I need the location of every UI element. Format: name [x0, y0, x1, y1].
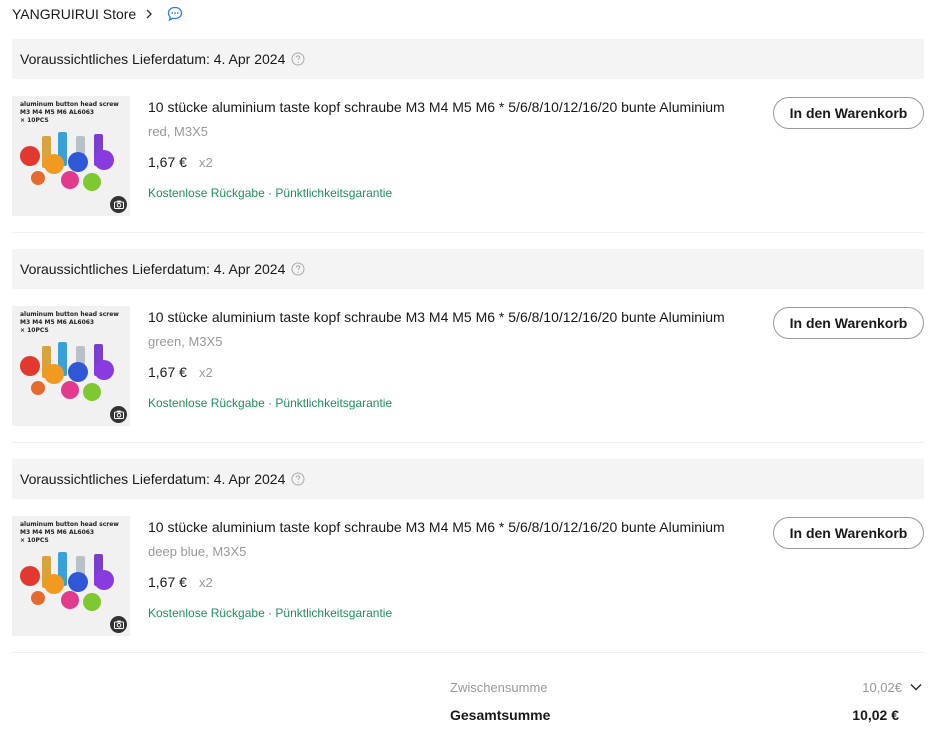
add-to-cart-button[interactable]: In den Warenkorb — [773, 97, 924, 129]
product-quantity: x2 — [198, 365, 213, 380]
guarantee-text: Kostenlose Rückgabe · Pünktlichkeitsgara… — [148, 606, 393, 620]
question-circle-icon[interactable] — [291, 52, 305, 66]
delivery-group: Voraussichtliches Lieferdatum: 4. Apr 20… — [12, 249, 924, 443]
delivery-group: Voraussichtliches Lieferdatum: 4. Apr 20… — [12, 459, 924, 653]
delivery-header: Voraussichtliches Lieferdatum: 4. Apr 20… — [12, 249, 924, 289]
subtotal-value-wrap[interactable]: 10,02€ — [862, 679, 924, 695]
order-summary: Zwischensumme 10,02€ Gesamtsumme 10,02 € — [450, 677, 924, 725]
delivery-header: Voraussichtliches Lieferdatum: 4. Apr 20… — [12, 39, 924, 79]
store-name[interactable]: YANGRUIRUI Store — [12, 6, 136, 22]
product-thumbnail[interactable]: aluminum button head screw M3 M4 M5 M6 A… — [12, 516, 130, 636]
product-title[interactable]: 10 stücke aluminium taste kopf schraube … — [148, 519, 748, 535]
total-row: Gesamtsumme 10,02 € — [450, 705, 924, 725]
product-variant: red, M3X5 — [148, 124, 208, 139]
price-row: 1,67 € x2 — [148, 574, 213, 590]
product-title[interactable]: 10 stücke aluminium taste kopf schraube … — [148, 99, 748, 115]
thumbnail-caption: aluminum button head screw M3 M4 M5 M6 A… — [20, 101, 119, 124]
chevron-right-icon[interactable] — [142, 7, 156, 21]
screws-illustration — [20, 552, 114, 611]
subtotal-label: Zwischensumme — [450, 679, 548, 695]
question-circle-icon[interactable] — [291, 472, 305, 486]
chevron-down-icon[interactable] — [908, 679, 924, 695]
product-title[interactable]: 10 stücke aluminium taste kopf schraube … — [148, 309, 748, 325]
product-quantity: x2 — [198, 575, 213, 590]
delivery-date: Voraussichtliches Lieferdatum: 4. Apr 20… — [20, 261, 286, 277]
delivery-date: Voraussichtliches Lieferdatum: 4. Apr 20… — [20, 51, 286, 67]
product-price: 1,67 € — [148, 574, 187, 590]
total-label: Gesamtsumme — [450, 707, 551, 723]
cart-item: aluminum button head screw M3 M4 M5 M6 A… — [12, 499, 924, 653]
price-row: 1,67 € x2 — [148, 154, 213, 170]
thumbnail-caption: aluminum button head screw M3 M4 M5 M6 A… — [20, 311, 119, 334]
add-to-cart-button[interactable]: In den Warenkorb — [773, 307, 924, 339]
guarantee-text: Kostenlose Rückgabe · Pünktlichkeitsgara… — [148, 186, 393, 200]
camera-icon[interactable] — [110, 616, 127, 633]
price-row: 1,67 € x2 — [148, 364, 213, 380]
subtotal-value: 10,02€ — [862, 679, 902, 695]
chat-bubble-icon[interactable] — [166, 5, 184, 23]
add-to-cart-button[interactable]: In den Warenkorb — [773, 517, 924, 549]
question-circle-icon[interactable] — [291, 262, 305, 276]
product-price: 1,67 € — [148, 154, 187, 170]
product-price: 1,67 € — [148, 364, 187, 380]
camera-icon[interactable] — [110, 406, 127, 423]
screws-illustration — [20, 342, 114, 401]
screws-illustration — [20, 132, 114, 191]
subtotal-row[interactable]: Zwischensumme 10,02€ — [450, 677, 924, 697]
total-value: 10,02 € — [852, 707, 899, 723]
cart-item: aluminum button head screw M3 M4 M5 M6 A… — [12, 289, 924, 443]
delivery-date: Voraussichtliches Lieferdatum: 4. Apr 20… — [20, 471, 286, 487]
product-thumbnail[interactable]: aluminum button head screw M3 M4 M5 M6 A… — [12, 96, 130, 216]
delivery-header: Voraussichtliches Lieferdatum: 4. Apr 20… — [12, 459, 924, 499]
delivery-group: Voraussichtliches Lieferdatum: 4. Apr 20… — [12, 39, 924, 233]
product-thumbnail[interactable]: aluminum button head screw M3 M4 M5 M6 A… — [12, 306, 130, 426]
product-variant: green, M3X5 — [148, 334, 223, 349]
product-variant: deep blue, M3X5 — [148, 544, 247, 559]
thumbnail-caption: aluminum button head screw M3 M4 M5 M6 A… — [20, 521, 119, 544]
product-quantity: x2 — [198, 155, 213, 170]
store-header[interactable]: YANGRUIRUI Store — [12, 4, 184, 24]
guarantee-text: Kostenlose Rückgabe · Pünktlichkeitsgara… — [148, 396, 393, 410]
cart-item: aluminum button head screw M3 M4 M5 M6 A… — [12, 79, 924, 233]
camera-icon[interactable] — [110, 196, 127, 213]
